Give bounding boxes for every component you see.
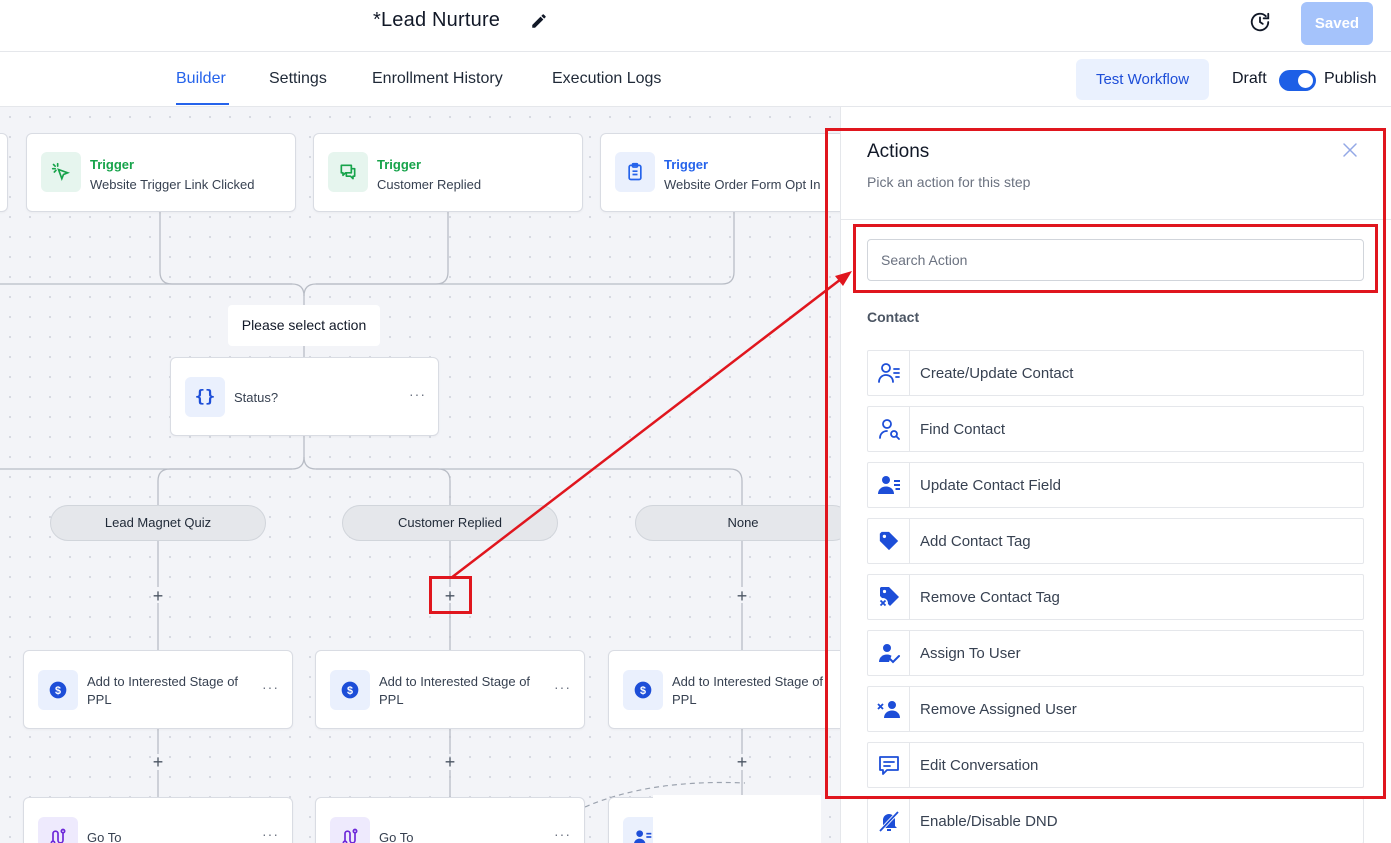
- publish-toggle[interactable]: [1279, 70, 1316, 91]
- dollar-icon: $: [38, 670, 78, 710]
- add-step-button[interactable]: +: [150, 753, 166, 771]
- saved-button[interactable]: Saved: [1301, 2, 1373, 45]
- goto-card[interactable]: Go To ···: [315, 797, 585, 843]
- trigger-title: Trigger: [664, 157, 709, 172]
- dollar-icon: $: [330, 670, 370, 710]
- publish-label: Publish: [1324, 70, 1377, 87]
- action-card[interactable]: $ Add to Interested Stage of PPL: [608, 650, 840, 729]
- goto-label: Go To: [87, 830, 122, 843]
- connector-lines: [0, 211, 746, 808]
- top-bar: *Lead Nurture Saved: [0, 0, 1391, 52]
- more-icon[interactable]: ···: [262, 679, 279, 695]
- tab-execution-logs[interactable]: Execution Logs: [552, 70, 661, 88]
- condition-label: Status?: [234, 390, 279, 405]
- tab-bar: Builder Settings Enrollment History Exec…: [0, 52, 1391, 107]
- clipboard-icon: [615, 152, 655, 192]
- route-icon: [330, 817, 370, 843]
- action-label: Add to Interested Stage of PPL: [672, 674, 824, 707]
- draft-label: Draft: [1232, 70, 1267, 87]
- highlight-box-add-step: [429, 576, 472, 614]
- add-step-button[interactable]: +: [734, 587, 750, 605]
- trigger-title: Trigger: [90, 157, 135, 172]
- action-label: Add to Interested Stage of PPL: [379, 674, 531, 707]
- tab-enrollment-history[interactable]: Enrollment History: [372, 70, 503, 88]
- svg-text:$: $: [55, 685, 61, 697]
- highlight-box-search: [853, 224, 1378, 293]
- add-step-button[interactable]: +: [150, 587, 166, 605]
- trigger-subtitle: Website Order Form Opt In: [664, 177, 821, 192]
- chat-icon: [328, 152, 368, 192]
- dollar-icon: $: [623, 670, 663, 710]
- action-item-label: Enable/Disable DND: [920, 813, 1058, 830]
- svg-text:$: $: [347, 685, 353, 697]
- more-icon[interactable]: ···: [554, 679, 571, 695]
- goto-card[interactable]: Go To ···: [23, 797, 293, 843]
- more-icon[interactable]: ···: [554, 826, 571, 842]
- cursor-click-icon: [41, 152, 81, 192]
- braces-icon: {}: [185, 377, 225, 417]
- toggle-knob: [1298, 73, 1313, 88]
- branch-pill[interactable]: None: [635, 505, 840, 541]
- trigger-card[interactable]: Trigger Customer Replied: [313, 133, 583, 212]
- active-tab-indicator: [176, 103, 229, 105]
- action-card[interactable]: $ Add to Interested Stage of PPL ···: [23, 650, 293, 729]
- trigger-subtitle: Website Trigger Link Clicked: [90, 177, 255, 192]
- bell-off-icon: [868, 799, 910, 843]
- trigger-subtitle: Customer Replied: [377, 177, 482, 192]
- condition-card[interactable]: {} Status? ···: [170, 357, 439, 436]
- more-icon[interactable]: ···: [409, 386, 426, 402]
- action-label: Add to Interested Stage of PPL: [87, 674, 239, 707]
- trigger-title: Trigger: [377, 157, 422, 172]
- workflow-title: *Lead Nurture: [373, 9, 501, 31]
- add-step-button[interactable]: +: [442, 753, 458, 771]
- tab-settings[interactable]: Settings: [269, 70, 327, 88]
- tab-builder[interactable]: Builder: [176, 70, 226, 88]
- action-card[interactable]: $ Add to Interested Stage of PPL ···: [315, 650, 585, 729]
- goto-label: Go To: [379, 830, 414, 843]
- route-icon: [38, 817, 78, 843]
- add-step-button[interactable]: +: [734, 753, 750, 771]
- trigger-card[interactable]: Trigger Website Order Form Opt In: [600, 133, 840, 212]
- select-action-label: Please select action: [228, 305, 380, 346]
- action-item-enable-disable-dnd[interactable]: Enable/Disable DND: [867, 798, 1364, 843]
- trigger-card-clipped[interactable]: [0, 133, 8, 212]
- trigger-card[interactable]: Trigger Website Trigger Link Clicked: [26, 133, 296, 212]
- more-icon[interactable]: ···: [262, 826, 279, 842]
- canvas-overlay-patch: [653, 795, 821, 843]
- branch-pill[interactable]: Lead Magnet Quiz: [50, 505, 266, 541]
- svg-text:$: $: [640, 685, 646, 697]
- workflow-canvas[interactable]: Trigger Website Trigger Link Clicked Tri…: [0, 107, 840, 843]
- branch-pill[interactable]: Customer Replied: [342, 505, 558, 541]
- pencil-icon[interactable]: [530, 12, 548, 30]
- test-workflow-button[interactable]: Test Workflow: [1076, 59, 1209, 100]
- history-icon[interactable]: [1249, 11, 1271, 33]
